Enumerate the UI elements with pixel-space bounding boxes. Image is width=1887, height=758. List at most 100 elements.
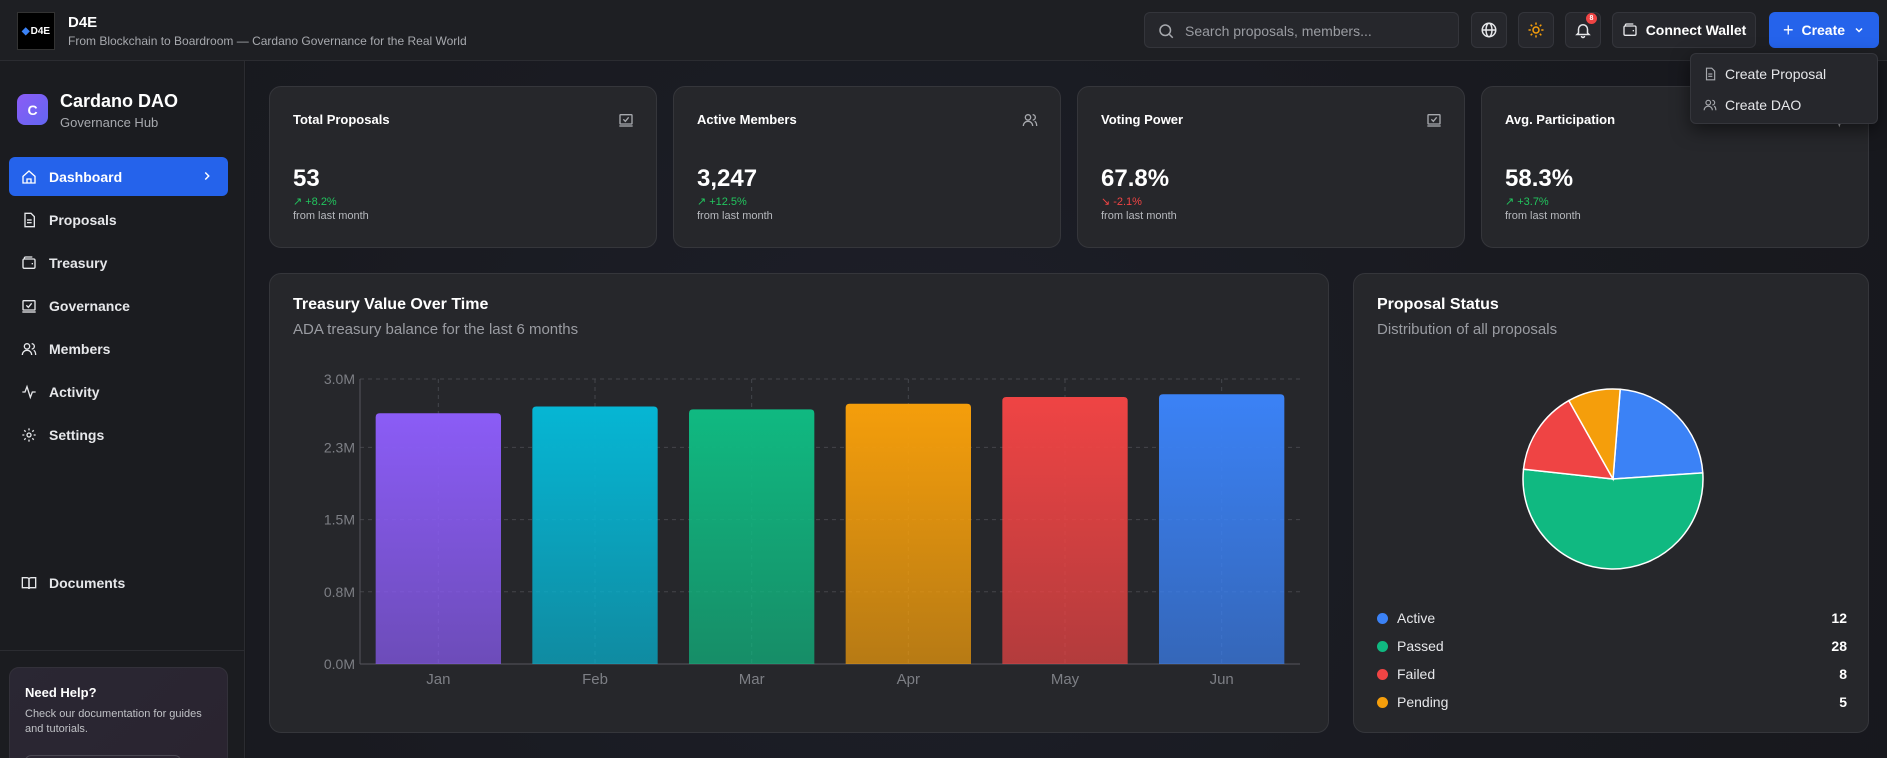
proposal-status-pie-chart [1522, 388, 1704, 570]
sidebar-item-governance[interactable]: Governance [9, 286, 228, 325]
pie-slice-passed[interactable] [1522, 468, 1704, 570]
notification-badge: 8 [1586, 13, 1597, 24]
stat-change: ↗ +8.2% [293, 195, 337, 209]
trend-down-icon: ↘ [1101, 196, 1111, 208]
vote-icon [22, 299, 36, 313]
plus-icon: + [1782, 19, 1794, 40]
stat-change: ↘ -2.1% [1101, 195, 1142, 209]
stat-value: 53 [293, 165, 320, 192]
brand-logo-text: D4E [30, 25, 51, 37]
legend-count: 28 [1831, 638, 1847, 654]
create-label: Create [1801, 22, 1846, 38]
treasury-bar-chart: 0.0M 0.8M 1.5M 2.3M 3.0M Jan Feb Mar Apr May Jun [324, 371, 1300, 688]
book-icon [21, 576, 37, 589]
help-card: Need Help? Check our documentation for g… [9, 667, 228, 758]
language-button[interactable] [1471, 12, 1507, 48]
sidebar-item-settings[interactable]: Settings [9, 415, 228, 454]
legend-item-failed[interactable]: Failed 8 [1377, 664, 1847, 684]
search-input[interactable] [1185, 21, 1445, 41]
wallet-icon [1623, 23, 1637, 36]
sidebar-item-proposals[interactable]: Proposals [9, 200, 228, 239]
trend-up-icon: ↗ [1505, 196, 1515, 208]
vote-icon [619, 114, 633, 127]
stat-title: Active Members [697, 112, 797, 127]
create-proposal-menu-item[interactable]: Create Proposal [1703, 63, 1826, 85]
sidebar-item-label: Treasury [49, 254, 108, 271]
create-dropdown-menu: Create Proposal Create DAO [1690, 53, 1878, 124]
org-avatar[interactable]: C [17, 94, 48, 125]
search-box[interactable] [1144, 12, 1459, 48]
stat-note: from last month [1101, 210, 1177, 222]
legend-dot [1377, 696, 1388, 708]
stat-card-total-proposals: Total Proposals 53 ↗ +8.2% from last mont… [269, 86, 657, 248]
chevron-down-icon [1855, 27, 1863, 33]
y-tick-label: 2.3M [324, 439, 355, 455]
sidebar-item-label: Members [49, 340, 111, 357]
stat-note: from last month [1505, 210, 1581, 222]
sidebar-item-documents[interactable]: Documents [9, 563, 228, 602]
legend-item-pending[interactable]: Pending 5 [1377, 692, 1847, 712]
connect-wallet-label: Connect Wallet [1645, 22, 1747, 38]
vote-icon [1427, 114, 1441, 127]
stat-value: 3,247 [697, 165, 758, 192]
y-tick-label: 0.0M [324, 656, 355, 672]
sidebar-item-activity[interactable]: Activity [9, 372, 228, 411]
legend-item-passed[interactable]: Passed 28 [1377, 636, 1847, 656]
stat-card-active-members: Active Members 3,247 ↗ +12.5% from last m… [673, 86, 1061, 248]
legend-dot [1377, 612, 1388, 624]
stat-value: 58.3% [1505, 165, 1574, 192]
create-proposal-label: Create Proposal [1725, 66, 1827, 82]
stat-card-voting-power: Voting Power 67.8% ↘ -2.1% from last mont… [1077, 86, 1465, 248]
sidebar-item-members[interactable]: Members [9, 329, 228, 368]
bar-feb[interactable] [532, 406, 658, 664]
stat-title: Total Proposals [293, 112, 390, 127]
home-icon [22, 169, 36, 184]
x-tick-label: Jan [426, 671, 450, 688]
proposal-status-card: Proposal Status Distribution of all prop… [1353, 273, 1869, 733]
bar-mar[interactable] [689, 409, 815, 664]
bar-may[interactable] [1002, 397, 1128, 664]
stat-note: from last month [697, 210, 773, 222]
stat-title: Voting Power [1101, 112, 1184, 127]
activity-icon [22, 384, 36, 399]
stat-change: ↗ +12.5% [697, 195, 747, 209]
sidebar-item-dashboard[interactable]: Dashboard [9, 157, 228, 196]
sidebar: C Cardano DAO Governance Hub Dashboard P… [0, 61, 245, 758]
create-dao-menu-item[interactable]: Create DAO [1703, 94, 1801, 116]
brand-tagline: From Blockchain to Boardroom — Cardano G… [68, 34, 467, 48]
bar-apr[interactable] [845, 403, 971, 664]
legend-label: Passed [1397, 638, 1444, 654]
y-tick-label: 0.8M [324, 584, 355, 600]
theme-toggle-button[interactable] [1518, 12, 1554, 48]
stat-value: 67.8% [1101, 165, 1170, 192]
sidebar-divider [0, 650, 245, 651]
x-tick-label: Jun [1210, 671, 1234, 688]
brand-logo[interactable]: ◆ D4E [17, 12, 55, 50]
y-tick-label: 1.5M [324, 512, 355, 528]
legend-item-active[interactable]: Active 12 [1377, 608, 1847, 628]
chevron-right-icon [204, 171, 210, 181]
document-icon [24, 212, 35, 227]
users-icon [21, 342, 37, 355]
create-button[interactable]: + Create [1769, 12, 1879, 48]
sidebar-item-treasury[interactable]: Treasury [9, 243, 228, 282]
stat-change-value: -2.1% [1113, 195, 1142, 208]
diamond-icon: ◆ [21, 25, 30, 37]
connect-wallet-button[interactable]: Connect Wallet [1612, 12, 1756, 48]
x-tick-label: May [1051, 671, 1080, 688]
sidebar-item-label: Dashboard [49, 168, 123, 185]
bar-jun[interactable] [1159, 394, 1285, 664]
gear-icon [22, 427, 36, 442]
legend-dot [1377, 640, 1388, 652]
trend-up-icon: ↗ [697, 196, 707, 208]
stat-change-value: +8.2% [305, 195, 337, 208]
stat-change: ↗ +3.7% [1505, 195, 1549, 209]
wallet-icon [22, 255, 36, 269]
pie-slice-active[interactable] [1612, 388, 1704, 480]
sun-icon [1528, 22, 1544, 38]
stat-note: from last month [293, 210, 369, 222]
bar-jan[interactable] [375, 413, 501, 664]
sidebar-item-label: Activity [49, 383, 100, 400]
search-icon [1159, 24, 1174, 39]
notifications-button[interactable]: 8 [1565, 12, 1601, 48]
